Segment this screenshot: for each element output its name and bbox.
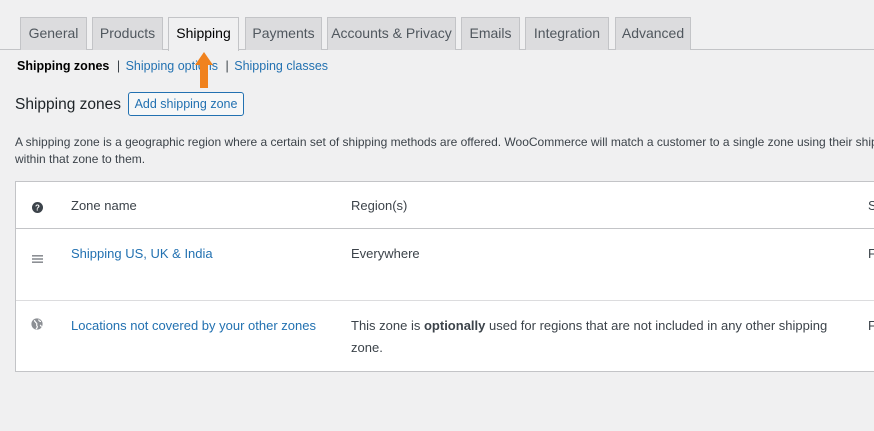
tab-payments[interactable]: Payments — [245, 17, 322, 50]
zone-methods: F — [868, 246, 874, 261]
regions-text-bold: optionally — [423, 318, 486, 333]
zone-name-link[interactable]: Shipping US, UK & India — [71, 246, 213, 261]
subnav-shipping-classes[interactable]: Shipping classes — [234, 59, 328, 73]
regions-text-pre: This zone is — [351, 318, 424, 333]
column-shipping-methods: S — [868, 198, 874, 213]
description-line-1: A shipping zone is a geographic region w… — [15, 135, 874, 149]
shipping-subnav: Shipping zones | Shipping options | Ship… — [17, 59, 328, 73]
tab-integration[interactable]: Integration — [525, 17, 609, 50]
zone-name-link[interactable]: Locations not covered by your other zone… — [71, 318, 316, 333]
tab-products[interactable]: Products — [92, 17, 163, 50]
svg-text:?: ? — [35, 204, 40, 213]
table-row: Shipping US, UK & India Everywhere F — [16, 229, 874, 301]
shipping-zones-description: A shipping zone is a geographic region w… — [15, 134, 874, 168]
tab-general[interactable]: General — [20, 17, 87, 50]
subnav-shipping-zones[interactable]: Shipping zones — [17, 59, 109, 73]
zone-methods: F — [868, 318, 874, 333]
drag-handle-icon[interactable] — [32, 251, 43, 266]
subnav-separator: | — [116, 59, 121, 73]
zone-regions: This zone is optionally used for regions… — [351, 315, 831, 359]
zone-regions: Everywhere — [351, 246, 420, 261]
shipping-zones-table: ? Zone name Region(s) S Shipping US, UK … — [15, 181, 874, 372]
column-zone-name: Zone name — [71, 198, 137, 213]
add-shipping-zone-button[interactable]: Add shipping zone — [128, 92, 244, 116]
column-regions: Region(s) — [351, 198, 408, 213]
tab-accounts-privacy[interactable]: Accounts & Privacy — [327, 17, 456, 50]
settings-tab-bar: General Products Shipping Payments Accou… — [0, 0, 874, 51]
globe-icon — [31, 318, 43, 333]
up-arrow-icon — [195, 52, 213, 88]
subnav-separator: | — [225, 59, 229, 73]
tab-shipping[interactable]: Shipping — [168, 17, 239, 51]
description-line-2: within that zone to them. — [15, 152, 146, 166]
tab-emails[interactable]: Emails — [461, 17, 520, 50]
tab-advanced[interactable]: Advanced — [615, 17, 691, 50]
table-row: Locations not covered by your other zone… — [16, 301, 874, 372]
question-circle-icon[interactable]: ? — [32, 201, 43, 216]
page-title: Shipping zones — [15, 96, 121, 113]
table-header-row: ? Zone name Region(s) S — [16, 182, 874, 229]
